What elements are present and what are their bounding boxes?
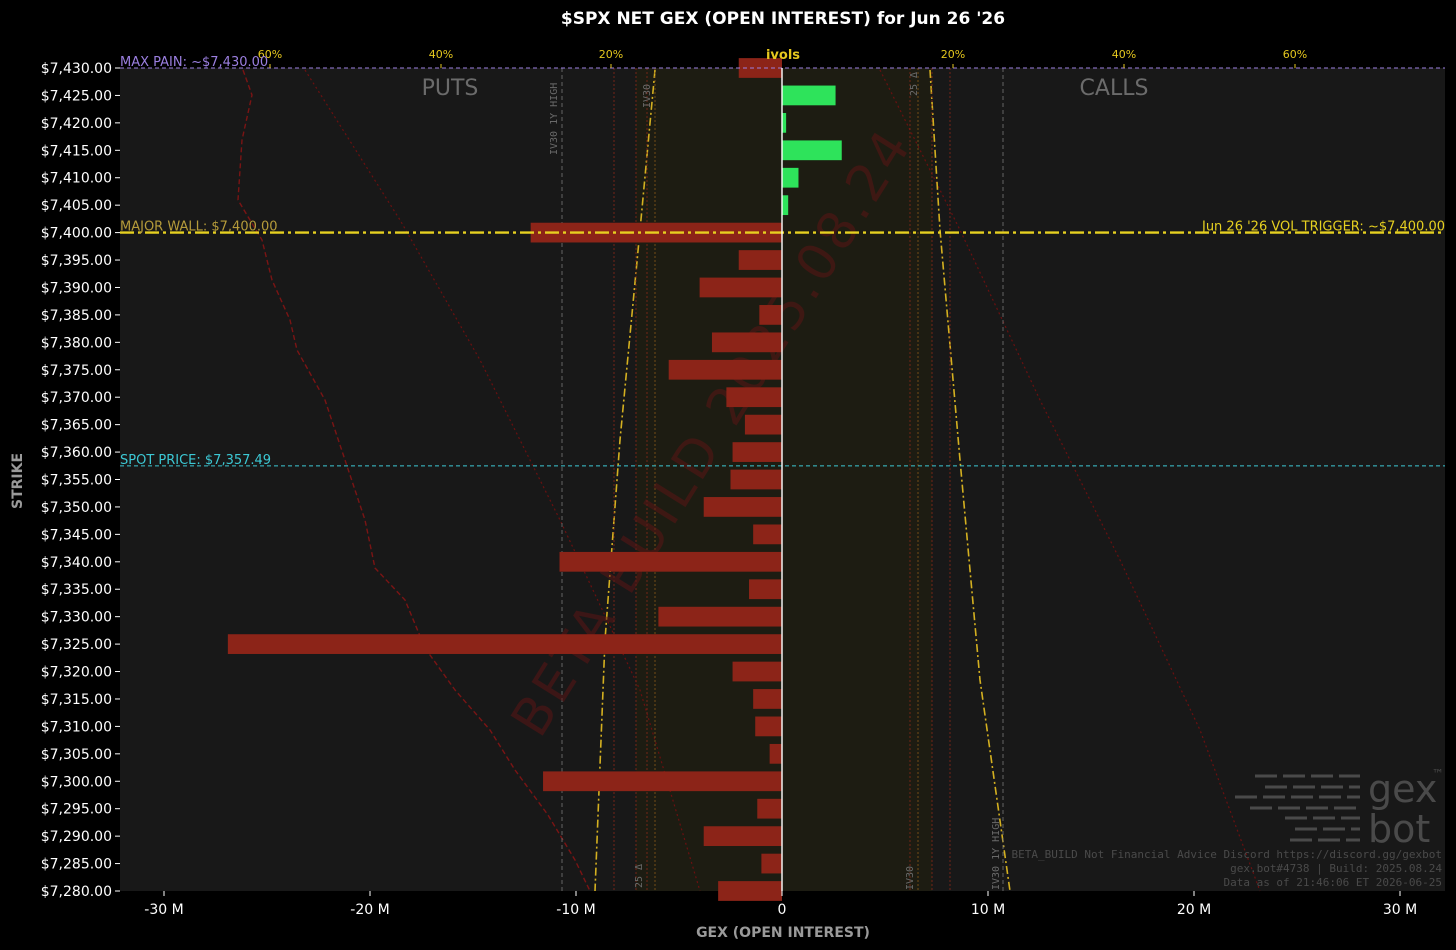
gex-bar (782, 195, 789, 216)
y-tick-label: $7,405.00 (41, 198, 112, 214)
ivol-tick-label: 40% (1112, 48, 1136, 61)
ivol-tick-label: 20% (599, 48, 623, 61)
iv30-1y-high-put-label: IV30 1Y HIGH (549, 83, 560, 155)
x-tick-label: -10 M (556, 902, 595, 918)
y-tick-label: $7,395.00 (41, 253, 112, 269)
x-axis-title: GEX (OPEN INTEREST) (696, 925, 870, 941)
gex-bar (732, 661, 782, 682)
gex-bar (718, 881, 782, 901)
ivol-tick-label: 40% (429, 48, 453, 61)
gex-bar (699, 277, 782, 298)
x-tick-label: -30 M (144, 902, 183, 918)
y-tick-label: $7,350.00 (41, 500, 112, 516)
x-tick-label: 30 M (1383, 902, 1417, 918)
delta25-put-label: 25 Δ (634, 864, 645, 888)
y-tick-label: $7,410.00 (41, 171, 112, 187)
y-tick-label: $7,365.00 (41, 418, 112, 434)
x-tick-label: 0 (778, 902, 787, 918)
y-tick-label: $7,315.00 (41, 692, 112, 708)
gex-bar (668, 359, 782, 380)
y-tick-label: $7,375.00 (41, 363, 112, 379)
gex-bar (744, 414, 782, 435)
gex-bar (755, 716, 782, 737)
gex-bar (703, 497, 782, 517)
y-tick-label: $7,330.00 (41, 610, 112, 626)
y-tick-label: $7,430.00 (41, 61, 112, 77)
gex-bar (782, 140, 842, 161)
watermark-line-2: gex.bot#4738 | Build: 2025.08.24 (1230, 862, 1442, 875)
logo-text-bottom: bot (1368, 807, 1430, 851)
y-tick-label: $7,385.00 (41, 308, 112, 324)
gex-bar (753, 689, 782, 709)
ivol-tick-label: 60% (1283, 48, 1307, 61)
gex-chart: BETA BUILD 2025.08.24 $7,430.00$7,425.00… (0, 0, 1456, 950)
y-tick-label: $7,425.00 (41, 88, 112, 104)
y-tick-label: $7,355.00 (41, 473, 112, 489)
y-tick-label: $7,370.00 (41, 390, 112, 406)
gex-bar (711, 332, 782, 353)
gex-bar (703, 826, 782, 847)
gex-bar (543, 771, 782, 792)
iv30-1y-high-call-label: IV30 1Y HIGH (991, 818, 1002, 890)
ivols-label: ivols (766, 48, 800, 63)
gex-bar (782, 85, 836, 106)
chart-title: $SPX NET GEX (OPEN INTEREST) for Jun 26 … (561, 9, 1005, 29)
y-tick-label: $7,320.00 (41, 665, 112, 681)
calls-label: CALLS (1080, 76, 1149, 101)
gex-bar (761, 853, 782, 874)
y-tick-label: $7,420.00 (41, 116, 112, 132)
ivol-tick-label: 20% (941, 48, 965, 61)
gex-bar (732, 442, 782, 462)
iv30-put-label: IV30 (642, 84, 653, 108)
gex-bar (227, 634, 783, 654)
y-tick-label: $7,360.00 (41, 445, 112, 461)
y-tick-label: $7,335.00 (41, 582, 112, 598)
y-tick-label: $7,380.00 (41, 335, 112, 351)
y-tick-label: $7,300.00 (41, 774, 112, 790)
y-axis-title: STRIKE (10, 453, 26, 509)
y-tick-label: $7,285.00 (41, 857, 112, 873)
gex-bar (769, 743, 782, 764)
gex-bar (726, 387, 782, 408)
max-pain-label: MAX PAIN: ~$7,430.00 (120, 55, 268, 70)
major-wall-label: MAJOR WALL: $7,400.00 (120, 220, 278, 235)
gex-bar (782, 167, 799, 188)
spot-price-label: SPOT PRICE: $7,357.49 (120, 453, 271, 468)
logo-text-top: gex (1368, 767, 1437, 811)
y-tick-label: $7,390.00 (41, 280, 112, 296)
y-tick-label: $7,325.00 (41, 637, 112, 653)
gex-bar (730, 469, 782, 490)
y-tick-label: $7,280.00 (41, 884, 112, 900)
gex-bar (559, 551, 782, 572)
x-tick-label: -20 M (350, 902, 389, 918)
y-tick-label: $7,310.00 (41, 719, 112, 735)
y-tick-label: $7,340.00 (41, 555, 112, 571)
y-tick-label: $7,295.00 (41, 802, 112, 818)
iv30-call-label: IV30 (905, 866, 916, 890)
x-tick-label: 20 M (1177, 902, 1211, 918)
gex-bar (759, 305, 782, 325)
delta25-call-label: 25 Δ (909, 72, 920, 96)
gex-bar (753, 524, 782, 545)
vol-trigger-label: Jun 26 '26 VOL TRIGGER: ~$7,400.00 (1201, 220, 1445, 235)
x-tick-label: 10 M (971, 902, 1005, 918)
puts-label: PUTS (422, 76, 479, 101)
gex-bar (738, 250, 782, 270)
watermark-line-3: Data as of 21:46:06 ET 2026-06-25 (1223, 876, 1442, 889)
y-tick-label: $7,290.00 (41, 829, 112, 845)
gex-bar (757, 798, 782, 819)
gex-bar (658, 606, 782, 627)
gex-bar (749, 579, 782, 600)
y-tick-label: $7,400.00 (41, 226, 112, 242)
logo-trademark: ™ (1432, 767, 1444, 781)
y-tick-label: $7,415.00 (41, 143, 112, 159)
y-tick-label: $7,305.00 (41, 747, 112, 763)
y-tick-label: $7,345.00 (41, 527, 112, 543)
